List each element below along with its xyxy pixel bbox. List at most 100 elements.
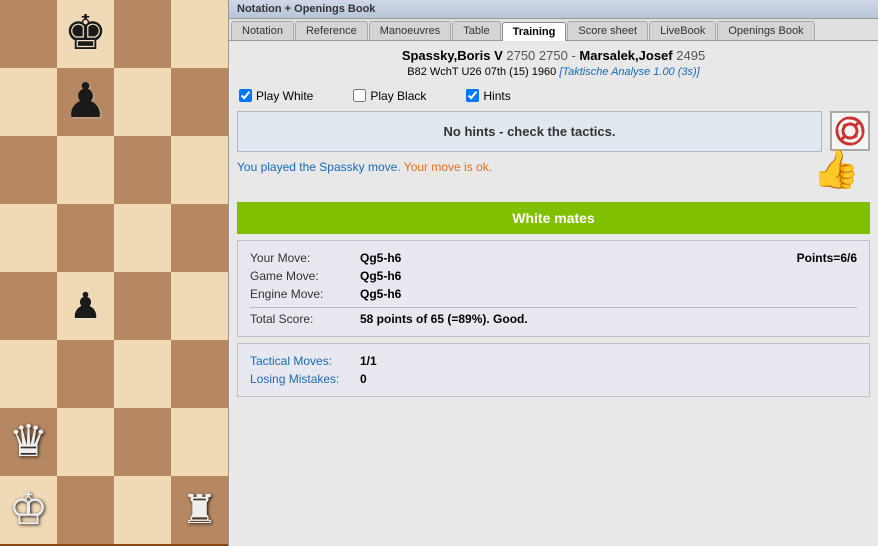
cell-b6 [57,136,114,204]
tab-manoeuvres[interactable]: Manoeuvres [369,21,452,40]
play-white-option[interactable]: Play White [239,89,313,103]
tab-training[interactable]: Training [502,22,567,41]
cell-a1: ♔ [0,476,57,544]
game-move-row: Game Move: Qg5-h6 [250,267,857,285]
cell-b4: ♟ [57,272,114,340]
cell-a3 [0,340,57,408]
cell-b7: ♟ [57,68,114,136]
cell-b5 [57,204,114,272]
losing-mistakes-value: 0 [360,372,857,386]
tactical-moves-label: Tactical Moves: [250,354,360,368]
engine-move-row: Engine Move: Qg5-h6 [250,285,857,303]
cell-c3 [114,340,171,408]
cell-c8 [114,0,171,68]
tab-bar: Notation Reference Manoeuvres Table Trai… [229,19,878,41]
hints-checkbox[interactable] [466,89,479,102]
piece-white-queen: ♛ [9,420,48,464]
piece-white-rook: ♜ [182,490,218,530]
tab-livebook[interactable]: LiveBook [649,21,716,40]
main-content: No hints - check the tactics. [229,107,878,546]
opening-text: [Taktische Analyse 1.00 (3s)] [559,66,699,78]
tab-reference[interactable]: Reference [295,21,368,40]
cell-d7 [171,68,228,136]
thumbs-up-icon: 👍 [813,148,860,192]
black-player-name: Marsalek,Josef [579,48,672,63]
your-move-row: Your Move: Qg5-h6 Points=6/6 [250,249,857,267]
losing-mistakes-label: Losing Mistakes: [250,372,360,386]
piece-black-pawn-b7: ♟ [64,78,107,126]
hints-option[interactable]: Hints [466,89,510,103]
feedback-area: You played the Spassky move. Your move i… [237,158,492,176]
play-black-checkbox[interactable] [353,89,366,102]
secondary-stats-box: Tactical Moves: 1/1 Losing Mistakes: 0 [237,343,870,397]
cell-c7 [114,68,171,136]
cell-b2 [57,408,114,476]
cell-d8 [171,0,228,68]
tab-score-sheet[interactable]: Score sheet [567,21,648,40]
mates-banner: White mates [237,202,870,234]
losing-mistakes-row: Losing Mistakes: 0 [250,370,857,388]
cell-a8 [0,0,57,68]
game-move-label: Game Move: [250,269,360,283]
cell-b8: ♚ [57,0,114,68]
play-white-label: Play White [256,89,313,103]
piece-black-pawn-b4: ♟ [69,288,101,324]
total-score-value: 58 points of 65 (=89%). Good. [360,312,857,326]
cell-d4 [171,272,228,340]
tab-openings-book[interactable]: Openings Book [717,21,814,40]
options-row: Play White Play Black Hints [229,85,878,107]
cell-a5 [0,204,57,272]
tab-table[interactable]: Table [452,21,500,40]
cell-d1: ♜ [171,476,228,544]
total-score-row: Total Score: 58 points of 65 (=89%). Goo… [250,307,857,328]
tactical-moves-row: Tactical Moves: 1/1 [250,352,857,370]
cell-c6 [114,136,171,204]
moves-stats-box: Your Move: Qg5-h6 Points=6/6 Game Move: … [237,240,870,337]
cell-c5 [114,204,171,272]
game-details: B82 WchT U26 07th (15) 1960 [Taktische A… [233,65,874,80]
cell-d3 [171,340,228,408]
white-elo-val: 2750 - [539,48,579,63]
tab-notation[interactable]: Notation [231,21,294,40]
cell-a7 [0,68,57,136]
engine-move-value: Qg5-h6 [360,287,857,301]
hint-box-row: No hints - check the tactics. [237,111,870,152]
piece-black-king: ♚ [64,10,107,58]
feedback-part2: Your move is ok. [404,160,492,174]
content-area: Spassky,Boris V 2750 2750 - Marsalek,Jos… [229,41,878,546]
right-panel: Notation + Openings Book Notation Refere… [228,0,878,546]
mates-text: White mates [512,210,594,226]
white-player-name: Spassky,Boris V [402,48,503,63]
play-black-label: Play Black [370,89,426,103]
game-info-text: B82 WchT U26 07th (15) 1960 [407,66,556,78]
cell-a4 [0,272,57,340]
game-move-value: Qg5-h6 [360,269,857,283]
cell-b3 [57,340,114,408]
title-bar: Notation + Openings Book [229,0,878,19]
hint-box: No hints - check the tactics. [237,111,822,152]
play-white-checkbox[interactable] [239,89,252,102]
your-move-value: Qg5-h6 [360,251,797,265]
cell-a6 [0,136,57,204]
total-score-label: Total Score: [250,312,360,326]
feedback-part1: You played the Spassky move. [237,160,401,174]
tactical-moves-value: 1/1 [360,354,857,368]
game-players: Spassky,Boris V 2750 2750 - Marsalek,Jos… [233,47,874,65]
black-elo-val: 2495 [676,48,705,63]
engine-move-label: Engine Move: [250,287,360,301]
cell-c2 [114,408,171,476]
play-black-option[interactable]: Play Black [353,89,426,103]
cell-c1 [114,476,171,544]
cell-d5 [171,204,228,272]
lifesaver-icon [835,116,865,146]
cell-c4 [114,272,171,340]
your-move-label: Your Move: [250,251,360,265]
hint-text: No hints - check the tactics. [444,124,616,139]
points-value: Points=6/6 [797,251,857,265]
cell-b1 [57,476,114,544]
hint-icon-button[interactable] [830,111,870,151]
game-info: Spassky,Boris V 2750 2750 - Marsalek,Jos… [229,41,878,85]
cell-a2: ♛ [0,408,57,476]
chess-board: ♚ ♟ ♟ ♛ ♔ ♜ [0,0,228,546]
piece-white-king: ♔ [9,488,48,532]
